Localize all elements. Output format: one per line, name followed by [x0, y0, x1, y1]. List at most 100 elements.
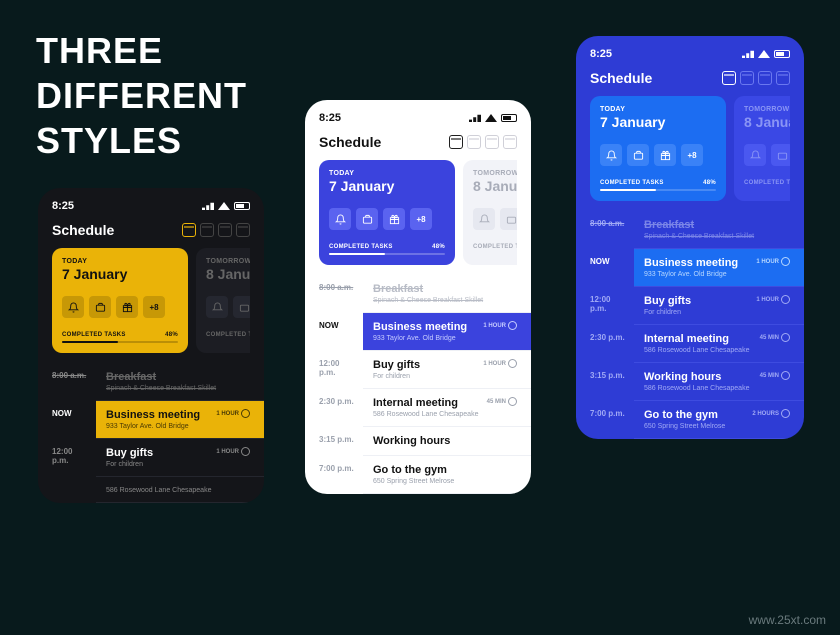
item-subtitle: 933 Taylor Ave. Old Bridge [644, 271, 790, 278]
schedule-header: Schedule [52, 222, 250, 238]
item-duration: 45 MIN [487, 397, 517, 406]
day-card-today[interactable]: TODAY 7 January +8 COMPLETED TASKS48% [52, 248, 188, 353]
schedule-item[interactable]: NOWBusiness meeting1 HOUR933 Taylor Ave.… [305, 313, 531, 351]
briefcase-icon[interactable] [89, 296, 111, 318]
schedule-item[interactable]: NOWBusiness meeting1 HOUR933 Taylor Ave.… [38, 401, 264, 439]
item-body: Working hours [363, 427, 531, 456]
status-bar: 8:25 [319, 112, 517, 124]
schedule-item[interactable]: NOWBusiness meeting1 HOUR933 Taylor Ave.… [576, 249, 804, 287]
view-month-icon[interactable] [218, 223, 232, 237]
schedule-item[interactable]: 8:00 a.m.BreakfastSpinach & Cheese Break… [38, 363, 264, 401]
day-date: 7 January [600, 114, 716, 130]
day-card-tomorrow[interactable]: TOMORROW 8 January COMPLETED TASKS [463, 160, 517, 265]
headline-l3: STYLES [36, 118, 247, 163]
clock: 8:25 [590, 48, 612, 60]
item-title: Breakfast [106, 371, 156, 383]
watermark: www.25xt.com [749, 613, 826, 627]
view-day-icon[interactable] [722, 71, 736, 85]
view-month-icon[interactable] [485, 135, 499, 149]
view-day-icon[interactable] [182, 223, 196, 237]
bell-icon[interactable] [473, 208, 495, 230]
progress-label: COMPLETED TASKS [744, 180, 790, 186]
day-card-tomorrow[interactable]: TOMORROW 8 January COMPLETED TASKS [734, 96, 790, 201]
item-duration: 1 HOUR [483, 359, 517, 368]
item-subtitle: For children [373, 373, 517, 380]
day-card-tomorrow[interactable]: TOMORROW 8 January COMPLETED TASKS [196, 248, 250, 353]
bell-icon[interactable] [206, 296, 228, 318]
schedule-item[interactable]: 586 Rosewood Lane Chesapeake [38, 477, 264, 503]
briefcase-icon[interactable] [500, 208, 517, 230]
bell-icon[interactable] [600, 144, 622, 166]
schedule-item[interactable]: 3:15 p.m.Working hours45 MIN586 Rosewood… [576, 363, 804, 401]
bell-icon[interactable] [744, 144, 766, 166]
item-time: 3:15 p.m. [305, 427, 363, 456]
page-title: Schedule [590, 70, 652, 86]
briefcase-icon[interactable] [233, 296, 250, 318]
progress-bar [62, 341, 178, 343]
item-body: Buy gifts1 HOURFor children [634, 287, 804, 325]
schedule-item[interactable]: 2:30 p.m.Internal meeting45 MIN586 Rosew… [576, 325, 804, 363]
item-duration: 1 HOUR [216, 409, 250, 418]
item-time: 2:30 p.m. [305, 389, 363, 427]
schedule-item[interactable]: 8:00 a.m.BreakfastSpinach & Cheese Break… [305, 275, 531, 313]
progress-bar [329, 253, 445, 255]
schedule-list-blue: 8:00 a.m.BreakfastSpinach & Cheese Break… [576, 211, 804, 439]
day-label: TOMORROW [744, 106, 790, 113]
day-label: TODAY [329, 170, 445, 177]
item-title: Internal meeting [373, 397, 458, 409]
schedule-item[interactable]: 12:00 p.m.Buy gifts1 HOURFor children [576, 287, 804, 325]
item-duration: 45 MIN [760, 333, 790, 342]
item-duration: 45 MIN [760, 371, 790, 380]
item-title: Buy gifts [106, 447, 153, 459]
briefcase-icon[interactable] [356, 208, 378, 230]
more-count[interactable]: +8 [681, 144, 703, 166]
item-body: Business meeting1 HOUR933 Taylor Ave. Ol… [634, 249, 804, 287]
view-grid-icon[interactable] [503, 135, 517, 149]
schedule-item[interactable]: 3:15 p.m. Working hours [305, 427, 531, 456]
schedule-item[interactable]: 7:00 p.m.Go to the gym2 HOURS650 Spring … [576, 401, 804, 439]
item-body: Business meeting1 HOUR933 Taylor Ave. Ol… [96, 401, 264, 439]
schedule-item[interactable]: 2:30 p.m. Internal meeting 45 MIN 586 Rosew… [305, 389, 531, 427]
item-time: 12:00 p.m. [576, 287, 634, 325]
schedule-item[interactable]: 8:00 a.m.BreakfastSpinach & Cheese Break… [576, 211, 804, 249]
gift-icon[interactable] [654, 144, 676, 166]
view-month-icon[interactable] [758, 71, 772, 85]
view-day-icon[interactable] [449, 135, 463, 149]
day-date: 8 January [206, 266, 250, 282]
schedule-item[interactable]: 12:00 p.m.Buy gifts1 HOURFor children [305, 351, 531, 389]
view-week-icon[interactable] [467, 135, 481, 149]
item-time: 7:00 p.m. [576, 401, 634, 439]
status-bar: 8:25 [52, 200, 250, 212]
item-subtitle: 586 Rosewood Lane Chesapeake [373, 411, 517, 418]
day-label: TODAY [62, 258, 178, 265]
progress-label: COMPLETED TASKS48% [600, 180, 716, 186]
bell-icon[interactable] [62, 296, 84, 318]
item-time [38, 477, 96, 503]
item-title: Working hours [373, 435, 450, 447]
gift-icon[interactable] [116, 296, 138, 318]
view-week-icon[interactable] [740, 71, 754, 85]
bell-icon[interactable] [329, 208, 351, 230]
more-count[interactable]: +8 [143, 296, 165, 318]
progress-label: COMPLETED TASKS [206, 332, 250, 338]
item-body: Internal meeting45 MIN586 Rosewood Lane … [634, 325, 804, 363]
briefcase-icon[interactable] [627, 144, 649, 166]
briefcase-icon[interactable] [771, 144, 790, 166]
item-subtitle: 586 Rosewood Lane Chesapeake [106, 487, 250, 494]
item-time: 3:15 p.m. [576, 363, 634, 401]
item-time: NOW [576, 249, 634, 287]
gift-icon[interactable] [383, 208, 405, 230]
day-card-today[interactable]: TODAY 7 January +8 COMPLETED TASKS48% [590, 96, 726, 201]
schedule-item[interactable]: 7:00 p.m.Go to the gym650 Spring Street … [305, 456, 531, 494]
day-date: 7 January [329, 178, 445, 194]
more-count[interactable]: +8 [410, 208, 432, 230]
schedule-item[interactable]: 12:00 p.m.Buy gifts1 HOURFor children [38, 439, 264, 477]
item-subtitle: 586 Rosewood Lane Chesapeake [644, 385, 790, 392]
view-grid-icon[interactable] [236, 223, 250, 237]
view-switcher [449, 135, 517, 149]
day-card-today[interactable]: TODAY 7 January +8 COMPLETED TASKS48% [319, 160, 455, 265]
view-week-icon[interactable] [200, 223, 214, 237]
view-grid-icon[interactable] [776, 71, 790, 85]
item-title: Internal meeting [644, 333, 729, 345]
signal-icon [469, 114, 481, 122]
